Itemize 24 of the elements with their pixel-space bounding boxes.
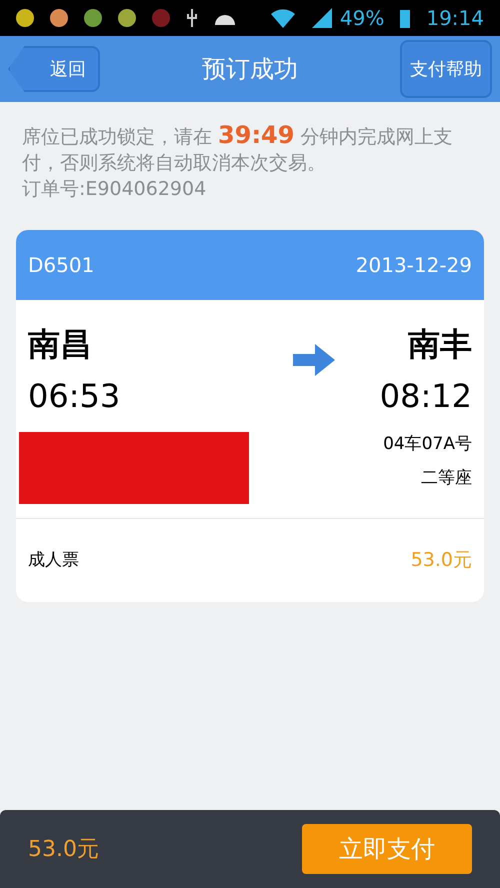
clock: 19:14 xyxy=(426,5,484,32)
fare-price: 53.0元 xyxy=(410,548,472,574)
fare-type: 成人票 xyxy=(28,548,79,572)
wifi-icon xyxy=(270,8,296,28)
signal-icon xyxy=(312,8,332,28)
back-button[interactable]: 返回 xyxy=(8,46,100,92)
total-price: 53.0元 xyxy=(28,836,99,864)
battery-icon xyxy=(400,8,410,28)
order-number: 订单号:E904062904 xyxy=(22,177,208,202)
help-button[interactable]: 支付帮助 xyxy=(400,40,492,98)
notice-text: 席位已成功锁定，请在 39:49 分钟内完成网上支付，否则系统将自动取消本次交易。 xyxy=(22,122,454,176)
train-number: D6501 xyxy=(28,252,94,279)
arrival-time: 08:12 xyxy=(380,376,472,417)
departure-time: 06:53 xyxy=(28,376,122,417)
arrival-station: 南丰 xyxy=(408,324,472,365)
departure-station: 南昌 xyxy=(28,324,93,365)
travel-date: 2013-12-29 xyxy=(356,252,472,279)
page-title: 预订成功 xyxy=(202,54,298,85)
battery-percent: 49% xyxy=(340,5,384,32)
seat-class: 二等座 xyxy=(421,466,472,490)
usb-icon xyxy=(186,9,198,27)
pay-button[interactable]: 立即支付 xyxy=(302,824,472,874)
arrow-icon xyxy=(293,344,336,376)
seat-number: 04车07A号 xyxy=(383,433,472,456)
